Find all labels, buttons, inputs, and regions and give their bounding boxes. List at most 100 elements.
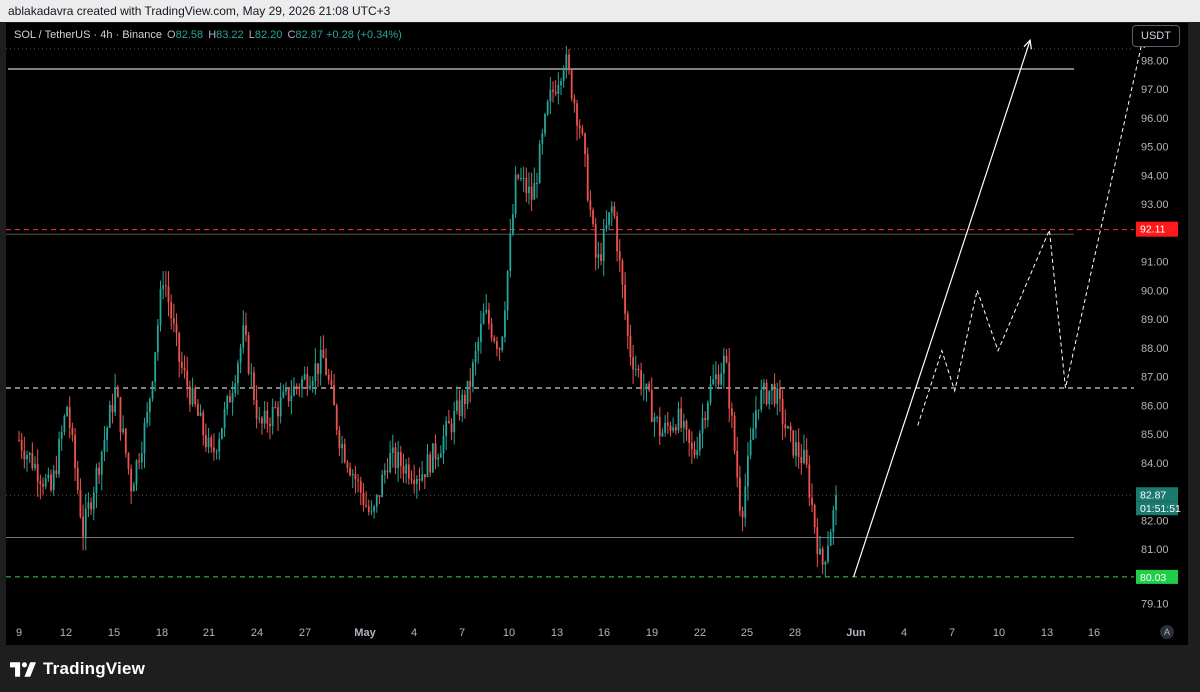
candle-body (704, 417, 707, 420)
candle-body (722, 355, 725, 374)
price-label-resistance: 92.11 (1140, 224, 1166, 236)
candle-body (621, 260, 624, 285)
projection-dashed-path (917, 40, 1143, 426)
auto-scale-button[interactable]: A (1160, 625, 1174, 639)
candle-body (445, 421, 448, 437)
candle-body (653, 417, 656, 422)
x-tick-label: 19 (646, 627, 658, 639)
candle-body (677, 408, 680, 431)
candle-body (341, 444, 343, 449)
candle-body (239, 347, 242, 364)
candle-body (832, 509, 835, 533)
candle-body (642, 388, 645, 390)
candle-body (554, 91, 557, 94)
candle-body (140, 453, 143, 463)
candle-body (357, 479, 359, 481)
candle-body (517, 174, 520, 179)
candle-body (367, 506, 370, 513)
candle-body (298, 387, 301, 389)
candle-body (421, 474, 424, 481)
candle-body (450, 423, 453, 433)
x-tick-label: 13 (551, 627, 563, 639)
candle-body (482, 312, 485, 324)
currency-button[interactable]: USDT (1132, 25, 1180, 47)
candle-body (581, 128, 584, 134)
candle-body (250, 372, 253, 374)
candle-body (55, 470, 58, 475)
candle-body (60, 431, 63, 439)
candle-body (640, 370, 643, 390)
candle-body (592, 210, 594, 225)
candle-body (490, 323, 493, 338)
candle-body (84, 508, 87, 537)
candle-body (362, 492, 365, 505)
x-tick-label: 10 (993, 627, 1005, 639)
candle-body (333, 385, 335, 406)
candle-body (71, 427, 74, 435)
candle-body (359, 480, 362, 493)
x-tick-label: 28 (789, 627, 801, 639)
y-tick-label: 96.00 (1141, 113, 1169, 125)
candle-body (528, 186, 530, 194)
candle-body (258, 418, 261, 420)
candle-body (586, 154, 589, 201)
candle-body (616, 216, 618, 252)
y-tick-label: 89.00 (1141, 314, 1169, 326)
candle-body (234, 383, 237, 393)
candle-body (602, 228, 605, 261)
candle-body (530, 186, 533, 200)
candle-body (474, 350, 477, 363)
candle-body (661, 432, 664, 437)
candle-body (279, 397, 282, 417)
candle-body (720, 373, 723, 385)
candle-body (442, 436, 445, 454)
candle-body (714, 374, 717, 380)
candle-body (760, 389, 763, 410)
tradingview-logo[interactable]: TradingView (10, 659, 145, 679)
candle-body (637, 368, 640, 371)
candle-body (274, 406, 277, 408)
candle-body (66, 407, 68, 417)
candle-body (269, 423, 271, 427)
candle-body (429, 454, 432, 473)
candle-body (82, 516, 84, 537)
candle-body (541, 133, 544, 145)
change-value: +0.28 (+0.34%) (326, 29, 402, 41)
candle-body (346, 462, 349, 468)
candle-body (544, 114, 546, 134)
candle-body (95, 467, 98, 493)
candle-body (295, 385, 298, 388)
candle-body (170, 302, 173, 319)
candle-body (493, 337, 496, 342)
candle-body (386, 470, 389, 473)
candle-body (196, 404, 199, 416)
candle-body (696, 450, 699, 456)
candle-body (410, 478, 413, 481)
candle-body (223, 408, 226, 429)
y-tick-label: 86.00 (1141, 400, 1169, 412)
x-tick-label: Jun (846, 627, 866, 639)
candle-body (549, 89, 552, 102)
candle-body (365, 504, 367, 507)
chart-panel[interactable]: 98.00 97.00 96.00 95.00 94.00 93.00 91.00 90.00… (6, 23, 1188, 645)
candle-body (207, 437, 210, 448)
candle-body (44, 478, 47, 487)
candle-body (237, 363, 239, 384)
x-tick-label: 9 (16, 627, 22, 639)
candle-body (455, 400, 458, 411)
candle-body (325, 358, 327, 375)
price-label-countdown: 01:51:51 (1140, 503, 1181, 515)
candle-body (632, 357, 634, 370)
candle-body (42, 484, 44, 487)
candle-body (629, 335, 632, 358)
candle-body (634, 368, 637, 370)
x-tick-label: 24 (251, 627, 263, 639)
y-tick-label: 93.00 (1141, 199, 1169, 211)
candle-body (453, 410, 456, 433)
candle-body (733, 415, 736, 451)
candle-body (143, 423, 146, 454)
y-tick-label: 88.00 (1141, 343, 1169, 355)
candle-body (178, 333, 181, 363)
price-chart[interactable]: 98.00 97.00 96.00 95.00 94.00 93.00 91.00 90.00… (6, 23, 1188, 645)
candle-body (188, 386, 191, 405)
